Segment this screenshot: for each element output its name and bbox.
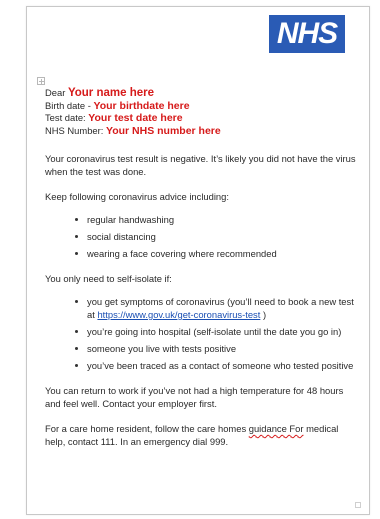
- field-name: Dear Your name here: [45, 87, 357, 100]
- field-test-date-value[interactable]: Your test date here: [88, 112, 182, 124]
- field-name-value[interactable]: Your name here: [68, 87, 154, 99]
- list-item: someone you live with tests positive: [75, 342, 357, 355]
- letter-page: NHS Dear Your name here Birth date - You…: [26, 6, 370, 515]
- field-birthdate-value[interactable]: Your birthdate here: [93, 100, 189, 112]
- test-booking-link[interactable]: https://www.gov.uk/get-coronavirus-test: [97, 309, 260, 320]
- field-test-date-label: Test date:: [45, 112, 86, 123]
- advice-heading: Keep following coronavirus advice includ…: [45, 191, 229, 202]
- letter-body: Dear Your name here Birth date - Your bi…: [45, 87, 357, 448]
- field-birthdate: Birth date - Your birthdate here: [45, 100, 357, 113]
- care-home-text-start: For a care home resident, follow the car…: [45, 423, 249, 434]
- result-paragraph: Your coronavirus test result is negative…: [45, 153, 356, 177]
- list-item: social distancing: [75, 230, 357, 243]
- care-home-paragraph: For a care home resident, follow the car…: [45, 422, 357, 448]
- move-handle-icon[interactable]: [37, 77, 45, 85]
- isolate-heading: You only need to self-isolate if:: [45, 273, 172, 284]
- list-item: wearing a face covering where recommende…: [75, 247, 357, 260]
- list-item: you’re going into hospital (self-isolate…: [75, 325, 357, 338]
- resize-handle-icon[interactable]: [355, 502, 361, 508]
- list-item: regular handwashing: [75, 213, 357, 226]
- field-nhs-number-value[interactable]: Your NHS number here: [106, 125, 221, 137]
- list-item: you’ve been traced as a contact of someo…: [75, 359, 357, 372]
- return-to-work-paragraph: You can return to work if you’ve not had…: [45, 385, 344, 409]
- nhs-logo: NHS: [269, 15, 345, 53]
- isolate-list: you get symptoms of coronavirus (you’ll …: [45, 295, 357, 372]
- spellcheck-underline: guidance For: [248, 423, 304, 434]
- field-nhs-number-label: NHS Number:: [45, 124, 104, 136]
- field-name-label: Dear: [45, 87, 66, 98]
- list-item: you get symptoms of coronavirus (you’ll …: [75, 295, 357, 321]
- advice-list: regular handwashing social distancing we…: [45, 213, 357, 260]
- field-birthdate-label: Birth date -: [45, 99, 91, 111]
- isolate-item-1-tail: ): [260, 309, 267, 320]
- field-test-date: Test date: Your test date here: [45, 112, 357, 125]
- field-nhs-number: NHS Number: Your NHS number here: [45, 125, 357, 138]
